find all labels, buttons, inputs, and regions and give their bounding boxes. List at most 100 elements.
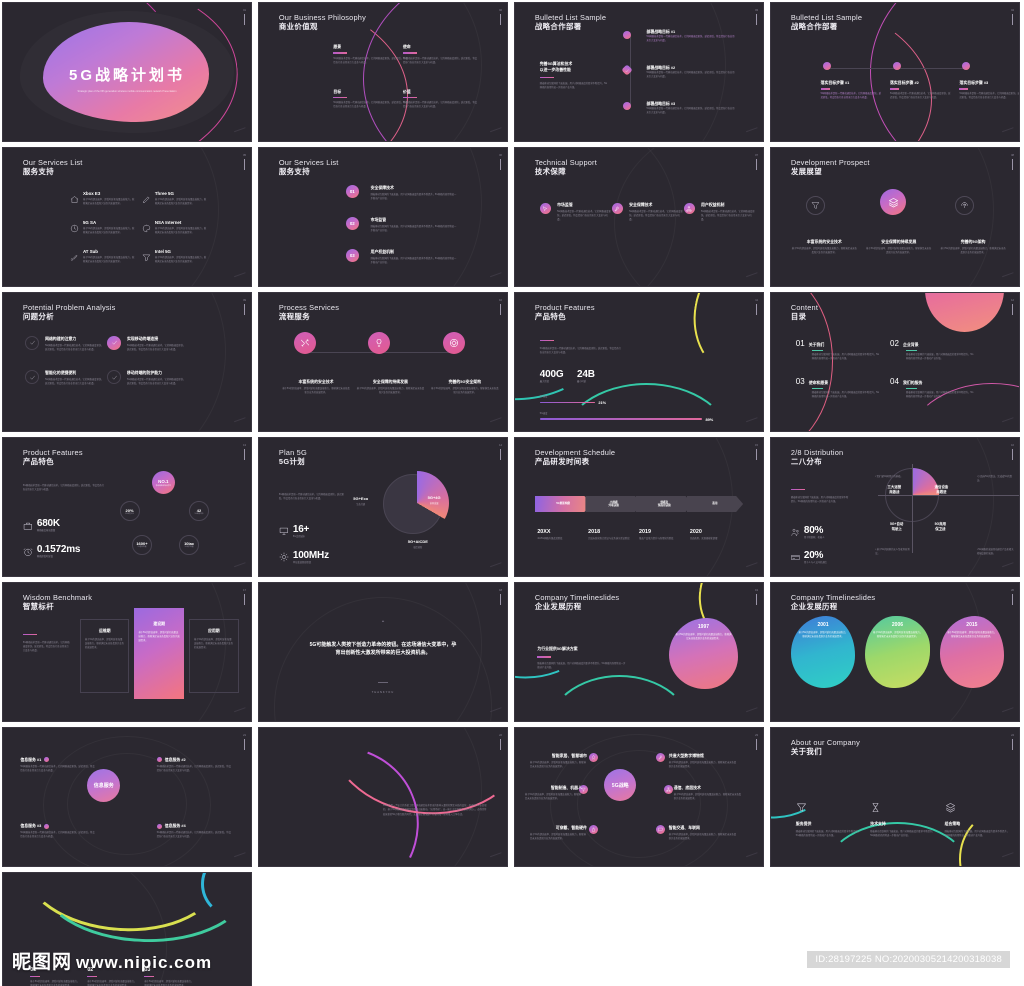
slide-thumbnail[interactable]: 5G战略计划书 Strategic plan of the fifth gener… [2,2,252,142]
service-item[interactable]: 用户权益机制 随着移动互联网的飞速发展，用户对网络速度的要求不断提升，5G网络的商… [371,249,458,265]
slide-thumbnail[interactable]: ❝ 5G可能触发人类按下创造力革命的按钮。在这场通信大变革中，孕 育出创新性大激发所… [258,582,508,722]
arrow-step: 商用 [687,496,744,512]
slide-title-en: Our Services List [278,157,339,167]
decor-curve [559,382,734,431]
underline [790,489,805,491]
strategy-desc: 基于5G的超高速率、超低时延和海量连接能力，能够满足未来各类新兴业务的发展需求。 [529,761,586,768]
service-text: Intel 5G 基于5G的超高速率、超低时延和海量连接能力，能够满足未来各类新兴… [155,249,206,264]
strategy-item: 通信、底层技术 基于5G的超高速率、超低时延和海量连接能力，能够满足未来各类新兴业… [674,785,743,801]
slide-title-cn: 商业价值观 [278,21,318,31]
strategy-badge [663,784,673,794]
slide-title: Company Timelineslides 企业发展历程 [791,593,876,612]
slide-thumbnail[interactable]: Company Timelineslides 企业发展历程 2001 基于5G的超高速… [770,582,1020,722]
info-dot [44,823,50,829]
gear-icon [279,552,289,562]
slide-thumbnail[interactable]: Our Services List 服务支持 Xbox E3 基于5G的超高速率、超低… [2,147,252,287]
service-item[interactable]: 市场监管 随着移动互联网的飞速发展，用户对网络速度的要求不断提升，5G网络的商用将… [371,217,458,233]
service-item[interactable]: 安全保障技术 随着移动互联网的飞速发展，用户对网络速度的要求不断提升，5G网络的商… [371,185,458,201]
service-item[interactable]: AT Sub 基于5G的超高速率、超低时延和海量连接能力，能够满足未来各类新兴业务… [70,249,134,267]
slide-thumbnail[interactable]: 信息服务 信息服务 #1 5G网络技术是新一代移动通信技术，它的网络速度更快，延迟更… [2,727,252,867]
timeline-lead: 为行业提供5G解决方案 随着移动互联网的飞速发展，用户对网络速度的要求不断提升，5… [537,646,626,670]
timeline-year: 2015 [966,622,978,629]
page-number-value: 04 [1011,9,1014,12]
slide-thumbnail[interactable]: Bulleted List Sample 战略合作部署 完善5G算法和技术 以进一步改… [514,2,764,142]
chat-icon [658,827,663,831]
brush-icon [70,254,78,261]
prospect-item: 安全保障的持续发展 基于5G的超高速率、超低时延和海量连接能力，能够满足未来各类新… [865,239,932,255]
strategy-center-label: 5G战略 [611,782,629,789]
quadrant-label: 通信设备 商跟进 [935,485,949,495]
check-icon [30,341,35,345]
funnel-icon [811,202,819,210]
underline [144,975,155,978]
page-number: 18 [499,589,502,605]
key-icon [615,206,619,211]
slide-title-cn: 发展展望 [790,166,822,176]
slide-thumbnail[interactable]: Our Business Philosophy 商业价值观 愿景 5G网络技术是新一代… [258,2,508,142]
center-node: NO.1 移动网络市场占有率 [151,471,175,495]
slide-thumbnail[interactable]: Potential Problem Analysis 问题分析 网络构建的注意力 5G… [2,292,252,432]
service-desc: 基于5G的超高速率、超低时延和海量连接能力，能够满足未来各类新兴业务的发展需求。 [154,198,207,205]
bar-fill [539,418,703,420]
page-number-bar [1012,303,1014,315]
toc-item[interactable]: 03 使命和愿景 随着移动互联网的飞速发展，用户对网络速度的要求不断提升，5G网络的… [796,377,880,399]
service-desc: 随着移动互联网的飞速发展，用户对网络速度的要求不断提升，5G网络的商用将进一步推… [370,257,457,264]
slide-thumbnail[interactable]: Bulleted List Sample 战略合作部署 落实目标步骤 #1 5G网络技… [770,2,1020,142]
stat-item: 20% 用于人与人之间的通信 [791,550,827,565]
slide-thumbnail[interactable]: Product Features 产品特色 5G网络技术是新一代移动通信技术，它的网… [514,292,764,432]
slide-cell-15: Development Schedule 产品研发时间表 5G重新构建 小规模 外场试验… [512,435,768,580]
slide-title-en: Potential Problem Analysis [22,302,116,312]
slide-thumbnail[interactable]: Content 目录 01 关于我们 随着移动互联网的飞速发展，用户对网络速度的要求不断… [770,292,1020,432]
page-number: 06 [499,154,502,170]
slide-thumbnail[interactable]: Development Schedule 产品研发时间表 5G重新构建 小规模 外场试验… [514,437,764,577]
slide-thumbnail[interactable]: 5G战略 智能家居、智慧城市 基于5G的超高速率、超低时延和海量连接能力，能够满足未… [514,727,764,867]
slide-thumbnail[interactable]: Process Services 流程服务 丰富系统的安全技术 基于5G的超高速率、超… [258,292,508,432]
year-desc: 4G/5G网络升级改造阶段 [537,538,563,541]
quadrant-line: 商跟进 [936,489,947,494]
watermark-domain: www.nipic.com [76,953,213,972]
about-desc: 随着移动互联网的飞速发展，用户对网络速度的要求不断提升，5G网络的商用将进一步推… [944,830,1009,837]
service-item[interactable]: NSA Internet 基于5G的超高速率、超低时延和海量连接能力，能够满足未来… [142,220,206,238]
slide-thumbnail[interactable]: Development Prospect 发展展望 丰富系统的安全技术 基于5G的超高… [770,147,1020,287]
toc-item[interactable]: 04 我们的服务 随着移动互联网的飞速发展，用户对网络速度的要求不断提升，5G网络的… [890,377,974,399]
page-number: 07 [755,154,758,170]
toc-item[interactable]: 01 关于我们 随着移动互联网的飞速发展，用户对网络速度的要求不断提升，5G网络的商… [796,339,880,361]
bullet-desc: 5G网络技术是新一代移动通信技术，它的网络速度更快，延迟更低，将会给各行各业带来… [646,36,735,43]
page-number: 16 [1011,444,1014,460]
slide-thumbnail[interactable]: Company Timelineslides 企业发展历程 为行业提供5G解决方案随… [514,582,764,722]
service-text: NSA Internet 基于5G的超高速率、超低时延和海量连接能力，能够满足未来… [155,220,206,235]
slide-thumbnail[interactable]: 2/8 Distribution 二八分布 随着移动互联网的飞速发展，用户对网络速度… [770,437,1020,577]
slide-thumbnail[interactable]: 5G时代是一个庞大的系统工程，移动通信技术带来的影响从量的积累走向质的变化，4G… [258,727,508,867]
arrow-step-text: 小规模 外场试验 [609,501,619,508]
check-item: 移动终端的防护能力 5G网络技术是新一代移动通信技术，它的网络速度更快，延迟更低，… [127,370,187,386]
service-number: 03 [345,248,359,262]
bullet-label: 落实目标步骤 #3 [959,80,989,86]
bulb-icon [376,338,382,347]
service-item[interactable]: Three 5G 基于5G的超高速率、超低时延和海量连接能力，能够满足未来各类新兴… [142,191,206,209]
slide-thumbnail[interactable]: Wisdom Benchmark 智慧标杆 5G网络技术是新一代移动通信技术，它的网… [2,582,252,722]
service-item[interactable]: 5G SA 基于5G的超高速率、超低时延和海量连接能力，能够满足未来各类新兴业务的… [70,220,134,238]
slide-thumbnail[interactable]: Technical Support 技术保障 市场监管 5G网络技术是新一代移动通信技… [514,147,764,287]
page-number-bar [244,738,246,750]
stat-label: 网络覆盖基站数量 [36,530,56,533]
pie-label-sub: 协同发展 [429,502,439,505]
slide-title: Development Prospect 发展展望 [791,158,870,177]
badge-item: 市场监管 5G网络技术是新一代移动通信技术，它的网络速度更快，延迟更低，将会给各行… [557,202,612,222]
node-circle: 10lac 5G用户数量 [179,534,200,555]
toc-item[interactable]: 02 企业背景 随着移动互联网的飞速发展，用户对网络速度的要求不断提升，5G网络的商… [890,339,974,361]
underline [537,656,552,658]
slide-thumbnail[interactable]: Plan 5G 5G计划 5G网络技术是新一代移动通信技术，它的网络速度更快，延迟更… [258,437,508,577]
service-item[interactable]: Intel 5G 基于5G的超高速率、超低时延和海量连接能力，能够满足未来各类新兴… [142,249,206,267]
benchmark-card[interactable]: 运维期 基于5G的超高速率、超低时延和海量连接能力，能够满足未来各类新兴业务的发展… [79,618,130,694]
service-label: 安全保障技术 [370,185,394,191]
page-number-value: 09 [243,299,246,302]
slide-thumbnail[interactable]: About our Company 关于我们 服务提供 随着移动互联网的飞速发展，用户… [770,727,1020,867]
slide-thumbnail[interactable]: Our Services List 服务支持 01 安全保障技术 随着移动互联网的飞速发… [258,147,508,287]
slide-thumbnail[interactable]: Product Features 产品特色 5G网络技术是新一代移动通信技术，它的网… [2,437,252,577]
service-item[interactable]: Xbox E3 基于5G的超高速率、超低时延和海量连接能力，能够满足未来各类新兴业… [70,191,134,209]
benchmark-card[interactable]: 建设期 基于5G的超高速率、超低时延和海量连接能力，能够满足未来各类新兴业务的发展… [134,607,185,699]
about-item: 组合策略 随着移动互联网的飞速发展，用户对网络速度的要求不断提升，5G网络的商用将… [945,800,1009,838]
check-desc: 5G网络技术是新一代移动通信技术，它的网络速度更快，延迟更低，将会给各行各业带来… [45,344,104,351]
check-label: 智能化的便捷便利 [45,370,77,376]
benchmark-card[interactable]: 应用期 基于5G的超高速率、超低时延和海量连接能力，能够满足未来各类新兴业务的发展… [189,618,239,694]
